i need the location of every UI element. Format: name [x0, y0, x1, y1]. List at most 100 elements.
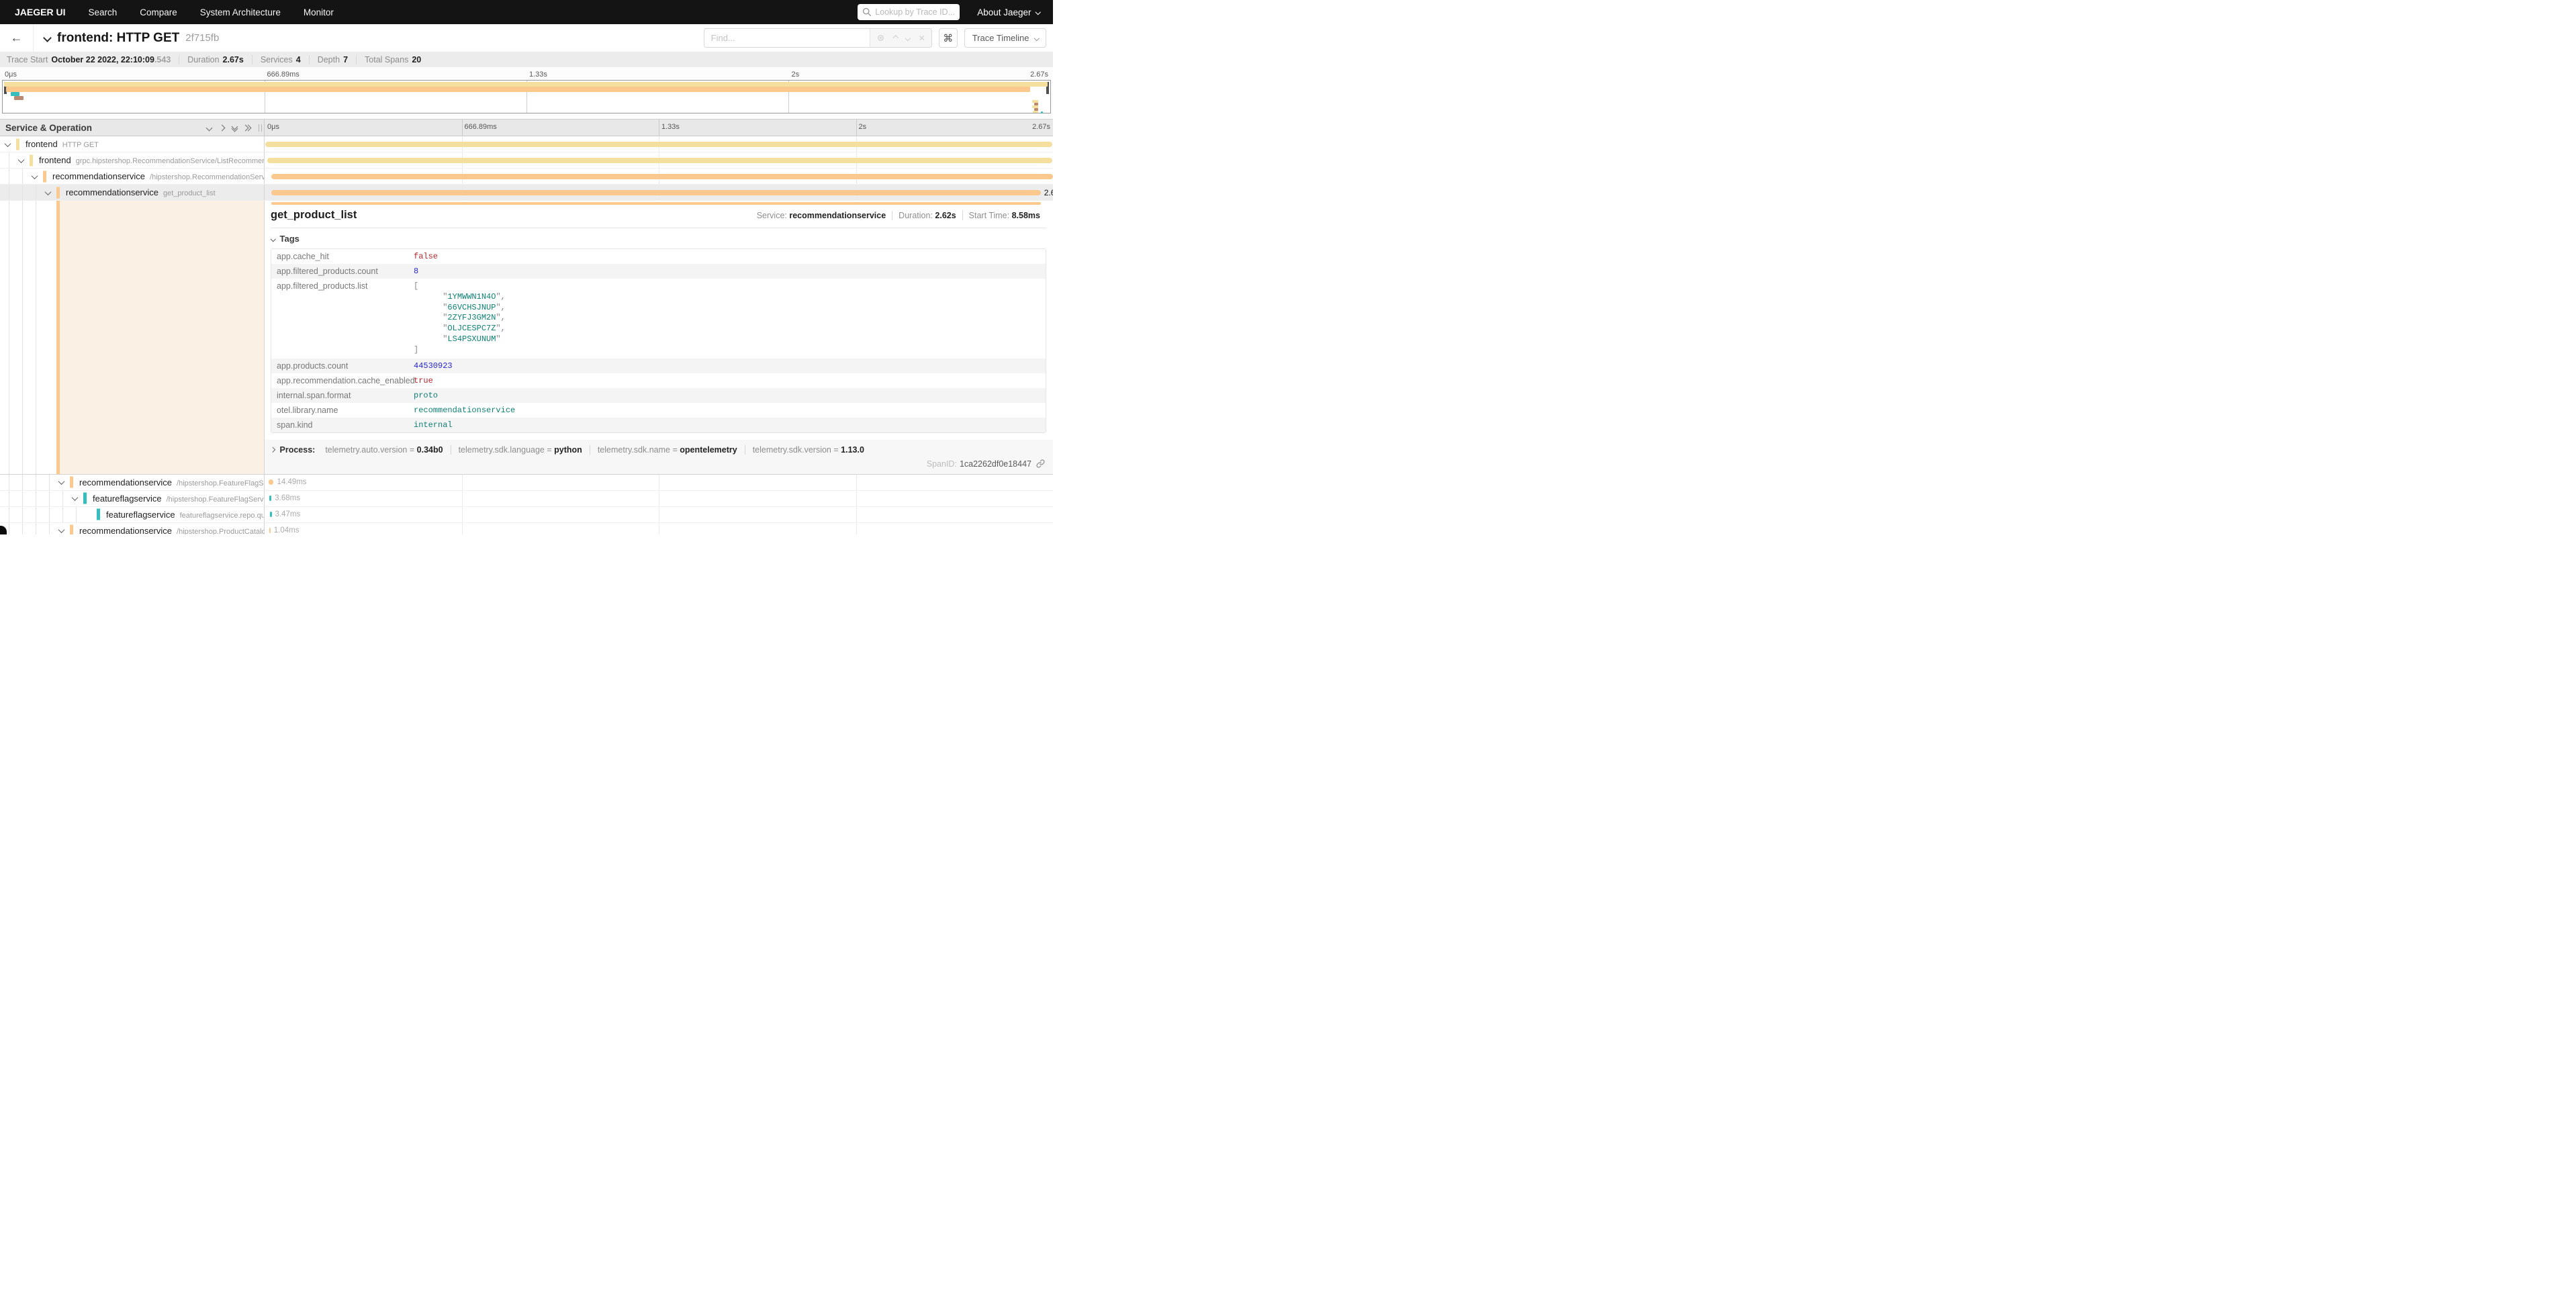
- span-expand-toggle[interactable]: [19, 153, 24, 165]
- span-row[interactable]: recommendationservice /hipstershop.Produ…: [0, 523, 1053, 534]
- tag-key: app.filtered_products.list: [271, 279, 408, 359]
- trace-summary-bar: Trace Start October 22 2022, 22:10:09 .5…: [0, 52, 1053, 67]
- find-next-icon[interactable]: [905, 36, 911, 41]
- expand-all-icon[interactable]: [245, 126, 250, 130]
- tag-value: true: [408, 373, 1046, 388]
- tag-key: app.recommendation.cache_enabled: [271, 373, 408, 388]
- span-expand-toggle[interactable]: [32, 169, 37, 181]
- tag-value: recommendationservice: [408, 403, 1046, 418]
- nav-item-system-architecture[interactable]: System Architecture: [200, 7, 281, 17]
- span-id-row: SpanID: 1ca2262df0e18447: [271, 455, 1046, 474]
- tag-row: internal.span.format proto: [271, 388, 1046, 403]
- span-duration-bar[interactable]: [269, 479, 273, 485]
- span-row[interactable]: featureflagservice /hipstershop.FeatureF…: [0, 491, 1053, 507]
- process-section-toggle[interactable]: Process: telemetry.auto.version = 0.34b0…: [271, 445, 1046, 455]
- tags-table: app.cache_hit false app.filtered_product…: [271, 248, 1046, 433]
- timeline-header: Service & Operation 0μs 666.89ms 1.33s 2…: [0, 119, 1053, 136]
- span-duration-bar[interactable]: [271, 190, 1041, 195]
- minimap-span: [4, 82, 1048, 87]
- span-expand-toggle[interactable]: [5, 137, 10, 149]
- chevron-down-icon: [58, 526, 65, 533]
- collapse-all-icon[interactable]: [232, 124, 237, 131]
- nav-item-monitor[interactable]: Monitor: [304, 7, 334, 17]
- span-expand-toggle[interactable]: [59, 475, 64, 487]
- chevron-down-icon: [1033, 36, 1039, 41]
- span-service-name: frontend: [39, 155, 71, 165]
- span-duration-bar[interactable]: [271, 174, 1053, 179]
- summary-depth: Depth7: [309, 55, 356, 64]
- find-controls: ✕: [870, 29, 931, 47]
- lookup-trace-id-input[interactable]: [858, 4, 960, 20]
- nav-item-search[interactable]: Search: [88, 7, 117, 17]
- process-tag: telemetry.auto.version = 0.34b0: [318, 445, 450, 455]
- tag-row: app.recommendation.cache_enabled true: [271, 373, 1046, 388]
- span-operation-name: featureflagservice.repo.query:fe...: [180, 512, 264, 520]
- chevron-down-icon: [43, 34, 52, 42]
- column-resizer[interactable]: [259, 124, 262, 132]
- command-icon: ⌘: [943, 32, 953, 44]
- span-expand-toggle[interactable]: [46, 185, 50, 197]
- service-operation-title: Service & Operation: [5, 123, 207, 133]
- find-prev-icon[interactable]: [893, 36, 899, 41]
- tag-row: span.kind internal: [271, 418, 1046, 432]
- span-duration-bar[interactable]: [270, 512, 272, 517]
- span-operation-name: HTTP GET: [62, 141, 99, 149]
- link-icon[interactable]: [1036, 459, 1045, 468]
- about-jaeger-menu[interactable]: About Jaeger: [977, 7, 1040, 17]
- tag-key: app.filtered_products.count: [271, 264, 408, 279]
- tag-row: app.products.count 44530923: [271, 359, 1046, 373]
- span-detail-panel: get_product_list Service: recommendation…: [265, 201, 1053, 474]
- span-operation-name: grpc.hipstershop.RecommendationService/L…: [76, 157, 264, 165]
- summary-total-spans: Total Spans20: [356, 55, 429, 64]
- find-input[interactable]: [704, 29, 870, 47]
- tags-section-toggle[interactable]: Tags: [271, 234, 1046, 244]
- span-id-value: 1ca2262df0e18447: [960, 459, 1031, 469]
- span-row[interactable]: recommendationservice get_product_list 2…: [0, 185, 1053, 201]
- process-tag: telemetry.sdk.name = opentelemetry: [590, 445, 745, 455]
- chevron-down-icon: [45, 189, 52, 195]
- span-expand-toggle[interactable]: [73, 492, 77, 504]
- span-duration-bar[interactable]: [269, 496, 271, 501]
- trace-view-selector[interactable]: Trace Timeline: [964, 28, 1046, 48]
- brand-jaeger-ui[interactable]: JAEGER UI: [15, 7, 65, 17]
- summary-duration: Duration2.67s: [179, 55, 252, 64]
- span-operation-name: /hipstershop.ProductCatalogSer...: [177, 528, 264, 534]
- chevron-down-icon: [72, 494, 79, 501]
- span-duration-bar[interactable]: [267, 158, 1053, 163]
- timeline-ticks: 0μs 666.89ms 1.33s 2s 2.67s: [265, 120, 1053, 136]
- nav-item-compare[interactable]: Compare: [140, 7, 177, 17]
- locate-icon[interactable]: [876, 34, 885, 42]
- span-duration-label: 3.68ms: [275, 494, 300, 502]
- trace-minimap[interactable]: [2, 80, 1051, 113]
- span-row[interactable]: featureflagservice featureflagservice.re…: [0, 507, 1053, 523]
- keyboard-shortcuts-button[interactable]: ⌘: [939, 28, 958, 48]
- chevron-down-icon: [5, 140, 11, 147]
- span-detail-row: get_product_list Service: recommendation…: [0, 201, 1053, 475]
- tag-row: app.filtered_products.list [ "1YMWWN1N4O…: [271, 279, 1046, 359]
- span-detail-left-column: [0, 201, 265, 474]
- chevron-down-icon: [1035, 9, 1040, 15]
- back-button[interactable]: ←: [0, 24, 34, 52]
- span-service-name: recommendationservice: [52, 171, 145, 181]
- summary-services: Services4: [252, 55, 309, 64]
- span-row[interactable]: frontend grpc.hipstershop.Recommendation…: [0, 152, 1053, 169]
- find-bar: ✕: [704, 28, 932, 48]
- span-row[interactable]: recommendationservice /hipstershop.Featu…: [0, 475, 1053, 491]
- trace-header: ← frontend: HTTP GET 2f715fb ✕ ⌘ Trace T…: [0, 24, 1053, 52]
- span-row[interactable]: frontend HTTP GET: [0, 136, 1053, 152]
- minimap-span: [1041, 111, 1043, 113]
- tag-value: 44530923: [408, 359, 1046, 373]
- chevron-right-icon: [270, 447, 275, 453]
- collapse-one-icon[interactable]: [206, 124, 213, 131]
- span-duration-label: 1.04ms: [274, 526, 300, 534]
- span-expand-toggle[interactable]: [59, 524, 64, 534]
- clear-find-icon[interactable]: ✕: [919, 34, 925, 43]
- expand-one-icon[interactable]: [219, 124, 226, 131]
- span-row[interactable]: recommendationservice /hipstershop.Recom…: [0, 169, 1053, 185]
- trace-minimap-section: 0μs 666.89ms 1.33s 2s 2.67s: [0, 67, 1053, 119]
- span-operation-name: /hipstershop.FeatureFlagService...: [177, 479, 264, 487]
- span-duration-bar[interactable]: [265, 142, 1052, 147]
- trace-collapse-toggle[interactable]: [44, 32, 50, 44]
- span-duration-bar[interactable]: [269, 528, 271, 533]
- tag-key: app.cache_hit: [271, 249, 408, 264]
